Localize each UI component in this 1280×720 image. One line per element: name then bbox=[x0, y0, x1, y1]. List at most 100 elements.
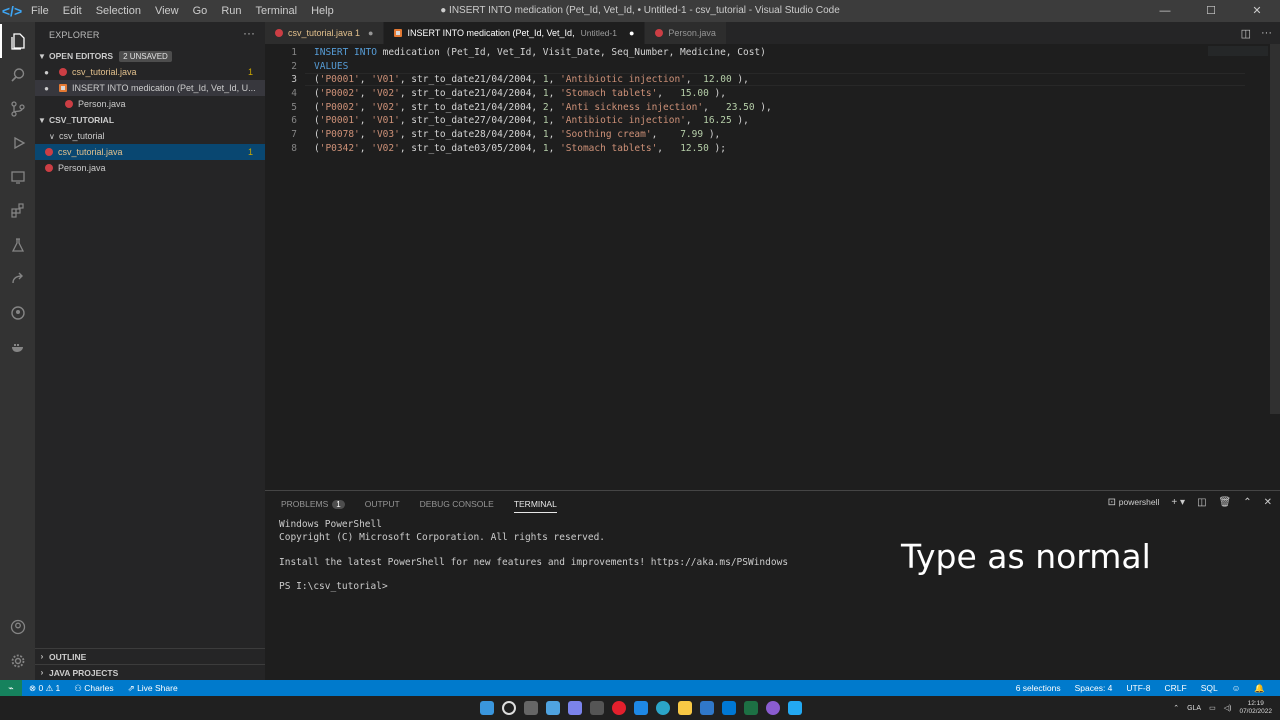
language-status[interactable]: SQL bbox=[1194, 683, 1225, 693]
tab-person[interactable]: Person.java bbox=[645, 22, 727, 44]
open-editor-item[interactable]: Person.java bbox=[35, 96, 265, 112]
network-icon[interactable]: ▭ bbox=[1209, 704, 1216, 712]
chevron-up-icon[interactable]: ⌃ bbox=[1173, 704, 1179, 712]
app-icon[interactable] bbox=[634, 701, 648, 715]
tab-problems[interactable]: PROBLEMS 1 bbox=[281, 499, 345, 513]
code-punctuation: , bbox=[399, 74, 412, 85]
app-icon[interactable] bbox=[700, 701, 714, 715]
maximize-panel-icon[interactable]: ⌃ bbox=[1243, 497, 1251, 508]
volume-icon[interactable]: ◁) bbox=[1224, 704, 1232, 712]
selections-status[interactable]: 6 selections bbox=[1009, 683, 1068, 693]
menu-edit[interactable]: Edit bbox=[56, 5, 89, 17]
vertical-scrollbar[interactable] bbox=[1270, 44, 1280, 414]
edge-icon[interactable] bbox=[656, 701, 670, 715]
menu-go[interactable]: Go bbox=[186, 5, 215, 17]
unsaved-dot-icon[interactable]: ● bbox=[35, 68, 53, 77]
menu-selection[interactable]: Selection bbox=[89, 5, 148, 17]
tab-terminal[interactable]: TERMINAL bbox=[513, 499, 557, 513]
unsaved-dot-icon[interactable]: ● bbox=[629, 28, 634, 38]
new-terminal-icon[interactable]: + ▾ bbox=[1171, 497, 1185, 508]
tab-output[interactable]: OUTPUT bbox=[365, 499, 400, 513]
split-terminal-icon[interactable]: ◫ bbox=[1197, 497, 1206, 508]
app-icon[interactable] bbox=[766, 701, 780, 715]
split-editor-icon[interactable]: ◫ bbox=[1241, 27, 1251, 40]
menu-view[interactable]: View bbox=[148, 5, 186, 17]
live-share-status[interactable]: ⇗ Live Share bbox=[121, 683, 185, 694]
code-punctuation: , bbox=[531, 74, 543, 85]
code-punctuation: , bbox=[359, 115, 372, 126]
search-icon[interactable] bbox=[0, 58, 35, 92]
settings-gear-icon[interactable] bbox=[0, 644, 35, 678]
eol-status[interactable]: CRLF bbox=[1158, 683, 1194, 693]
code-editor[interactable]: 1 2 3 4 5 6 7 8 INSERT INTO medication (… bbox=[265, 44, 1280, 490]
minimap[interactable] bbox=[1208, 46, 1268, 56]
teams-icon[interactable] bbox=[568, 701, 582, 715]
window-controls: — ☐ ✕ bbox=[1142, 0, 1280, 22]
menu-run[interactable]: Run bbox=[214, 5, 248, 17]
user-status[interactable]: ⚇ Charles bbox=[67, 683, 120, 694]
vscode-taskbar-icon[interactable] bbox=[788, 701, 802, 715]
excel-icon[interactable] bbox=[744, 701, 758, 715]
live-share-icon[interactable] bbox=[0, 262, 35, 296]
remote-icon[interactable]: ⌁ bbox=[0, 680, 22, 696]
explorer-icon[interactable] bbox=[0, 24, 35, 58]
code-token: 'V02' bbox=[371, 102, 400, 113]
open-editor-item[interactable]: ● csv_tutorial.java 1 bbox=[35, 64, 265, 80]
minimize-button[interactable]: — bbox=[1142, 0, 1188, 22]
unsaved-dot-icon[interactable]: ● bbox=[368, 28, 373, 38]
terminal-selector[interactable]: ⊡ powershell bbox=[1108, 497, 1160, 508]
outline-header[interactable]: › OUTLINE bbox=[35, 648, 265, 664]
open-editor-item[interactable]: ● INSERT INTO medication (Pet_Id, Vet_Id… bbox=[35, 80, 265, 96]
testing-icon[interactable] bbox=[0, 228, 35, 262]
run-debug-icon[interactable] bbox=[0, 126, 35, 160]
indentation-status[interactable]: Spaces: 4 bbox=[1068, 683, 1120, 693]
folder-item[interactable]: ∨ csv_tutorial bbox=[35, 128, 265, 144]
accounts-icon[interactable] bbox=[0, 610, 35, 644]
remote-explorer-icon[interactable] bbox=[0, 160, 35, 194]
task-view-icon[interactable] bbox=[524, 701, 538, 715]
menu-help[interactable]: Help bbox=[304, 5, 341, 17]
java-projects-header[interactable]: › JAVA PROJECTS bbox=[35, 664, 265, 680]
file-item[interactable]: csv_tutorial.java 1 bbox=[35, 144, 265, 160]
clock[interactable]: 12:19 07/02/2022 bbox=[1239, 700, 1272, 716]
panel-actions: ⊡ powershell + ▾ ◫ 🗑 ⌃ ✕ bbox=[1108, 497, 1272, 508]
code-line: VALUES bbox=[314, 61, 348, 72]
line-number: 8 bbox=[291, 143, 297, 154]
tab-debug-console[interactable]: DEBUG CONSOLE bbox=[420, 499, 494, 513]
file-item[interactable]: Person.java bbox=[35, 160, 265, 176]
tab-insert-into-medication[interactable]: INSERT INTO medication (Pet_Id, Vet_Id, … bbox=[384, 22, 646, 44]
mail-icon[interactable] bbox=[722, 701, 736, 715]
search-icon[interactable] bbox=[502, 701, 516, 715]
menu-file[interactable]: File bbox=[24, 5, 56, 17]
more-actions-icon[interactable]: ··· bbox=[243, 26, 255, 40]
menu-terminal[interactable]: Terminal bbox=[249, 5, 305, 17]
opera-icon[interactable] bbox=[612, 701, 626, 715]
close-panel-icon[interactable]: ✕ bbox=[1264, 497, 1272, 508]
terminal-prompt[interactable]: PS I:\csv_tutorial> bbox=[279, 581, 388, 592]
code-token: str_to_date bbox=[411, 129, 475, 140]
language-indicator[interactable]: GLA bbox=[1187, 705, 1201, 712]
more-actions-icon[interactable]: ··· bbox=[1261, 27, 1272, 39]
encoding-status[interactable]: UTF-8 bbox=[1119, 683, 1157, 693]
unsaved-dot-icon[interactable]: ● bbox=[35, 84, 53, 93]
trash-icon[interactable]: 🗑 bbox=[1219, 497, 1232, 508]
extensions-icon[interactable] bbox=[0, 194, 35, 228]
github-icon[interactable] bbox=[0, 296, 35, 330]
terminal-line: Windows PowerShell bbox=[279, 519, 382, 530]
problems-status[interactable]: ⊗ 0 ⚠ 1 bbox=[22, 683, 67, 694]
widgets-icon[interactable] bbox=[546, 701, 560, 715]
feedback-icon[interactable]: ☺ bbox=[1225, 683, 1248, 693]
clock-date: 07/02/2022 bbox=[1239, 708, 1272, 715]
close-button[interactable]: ✕ bbox=[1234, 0, 1280, 22]
maximize-button[interactable]: ☐ bbox=[1188, 0, 1234, 22]
docker-icon[interactable] bbox=[0, 330, 35, 364]
project-header[interactable]: ▼ CSV_TUTORIAL bbox=[35, 112, 265, 128]
tab-csv-tutorial[interactable]: csv_tutorial.java 1 ● bbox=[265, 22, 385, 44]
terminal-app-icon[interactable] bbox=[590, 701, 604, 715]
source-control-icon[interactable] bbox=[0, 92, 35, 126]
file-explorer-icon[interactable] bbox=[678, 701, 692, 715]
start-icon[interactable] bbox=[480, 701, 494, 715]
open-editors-header[interactable]: ▼ OPEN EDITORS 2 UNSAVED bbox=[35, 48, 265, 64]
notifications-icon[interactable]: 🔔 bbox=[1247, 683, 1272, 694]
project-label: CSV_TUTORIAL bbox=[49, 115, 115, 125]
